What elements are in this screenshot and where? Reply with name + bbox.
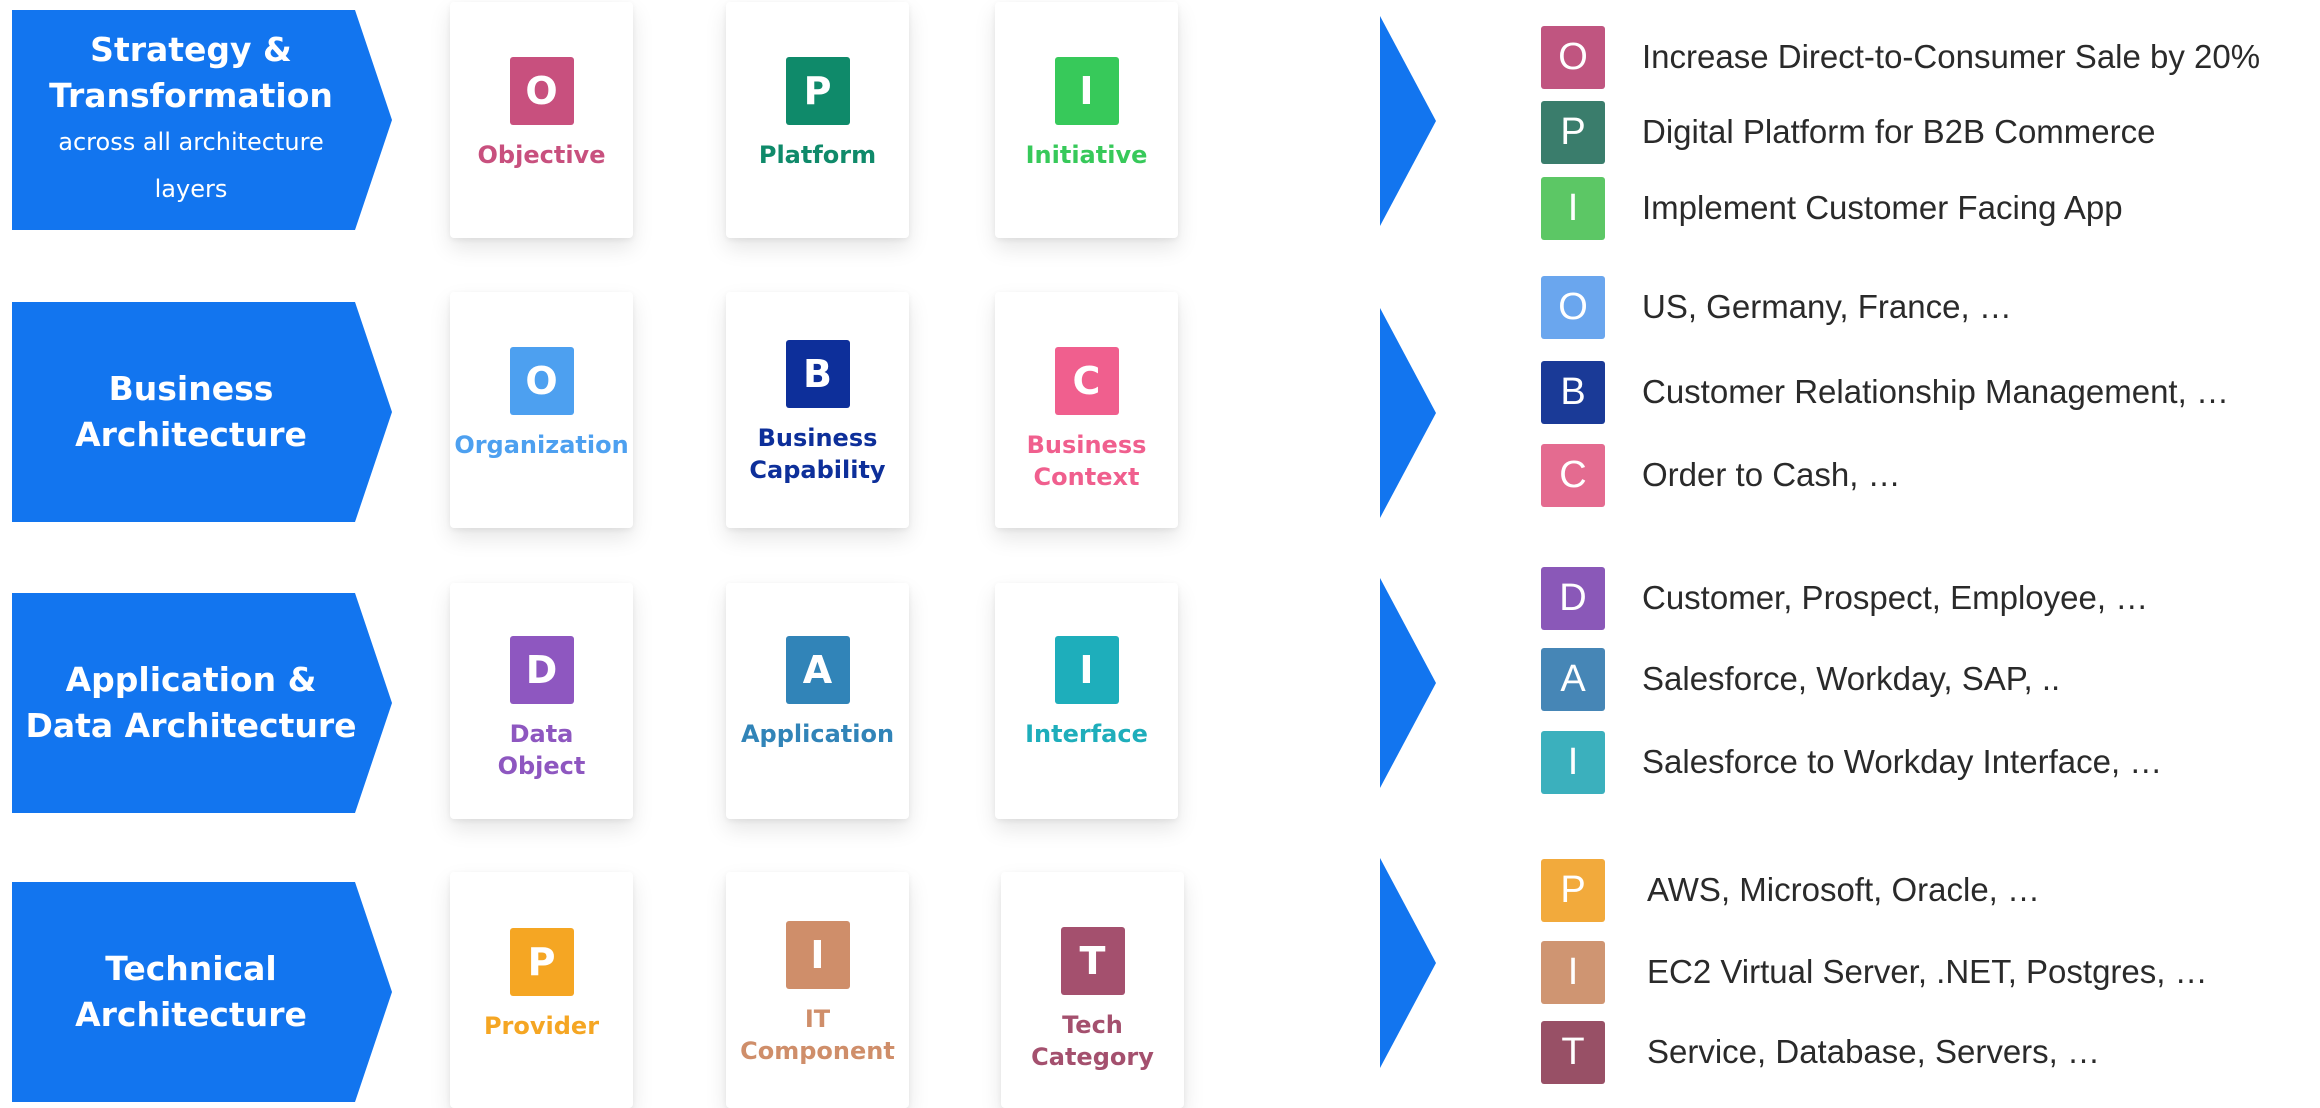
card-label: Platform [758,141,877,169]
objective-letter-tile: O [509,57,574,125]
legend-row-interface: I Salesforce to Workday Interface, … [1541,729,2162,795]
card-label: Tech Category [1031,1011,1154,1071]
legend-row-platform: P Digital Platform for B2B Commerce [1541,99,2155,165]
legend-row-tech-category: T Service, Database, Servers, … [1541,1019,2100,1085]
triangle-arrow-icon [1380,16,1436,226]
provider-letter-tile: P [509,928,574,996]
tech-category-letter-tile: T [1060,927,1125,995]
layer-title: Application & Data Architecture [25,660,357,745]
triangle-arrow-icon [1380,578,1436,788]
layer-title: Technical Architecture [75,949,307,1034]
business-chevron: Business Architecture [12,302,392,522]
organization-legend-box: O [1541,275,1605,339]
legend-text: Implement Customer Facing App [1642,189,2123,226]
card-provider: P Provider [450,872,633,1108]
card-interface: I Interface [995,583,1178,819]
card-business-capability: B Business Capability [726,292,909,528]
tech-category-legend-box: T [1541,1020,1605,1084]
legend-text: Digital Platform for B2B Commerce [1642,113,2156,150]
initiative-letter-tile: I [1054,57,1119,125]
card-label: Organization [454,431,629,459]
legend-text: Service, Database, Servers, … [1647,1033,2101,1070]
legend-row-organization: O US, Germany, France, … [1541,274,2012,340]
triangle-arrow-icon [1380,858,1436,1068]
layer-subtitle: across all architecture layers [58,128,324,203]
legend-row-business-context: C Order to Cash, … [1541,442,1901,508]
objective-legend-box: O [1541,25,1605,89]
card-organization: O Organization [450,292,633,528]
data-object-legend-box: D [1541,566,1605,630]
legend-text: EC2 Virtual Server, .NET, Postgres, … [1647,953,2208,990]
strategy-chevron: Strategy & Transformation across all arc… [12,10,392,230]
application-legend-box: A [1541,647,1605,711]
legend-text: Order to Cash, … [1642,456,1901,493]
organization-letter-tile: O [509,347,574,415]
card-label: Provider [483,1012,600,1040]
card-label: Interface [1025,720,1148,748]
card-platform: P Platform [726,2,909,238]
card-label: Data Object [497,720,586,780]
card-data-object: D Data Object [450,583,633,819]
card-label: Business Capability [749,424,886,484]
card-objective: O Objective [450,2,633,238]
legend-row-data-object: D Customer, Prospect, Employee, … [1541,565,2148,631]
application-letter-tile: A [785,636,850,704]
legend-row-objective: O Increase Direct-to-Consumer Sale by 20… [1541,24,2260,90]
business-context-letter-tile: C [1054,347,1119,415]
card-it-component: I IT Component [726,872,909,1108]
layer-title: Strategy & Transformation [49,30,333,115]
legend-row-it-component: I EC2 Virtual Server, .NET, Postgres, … [1541,939,2208,1005]
legend-text: Salesforce to Workday Interface, … [1642,743,2163,780]
legend-text: Salesforce, Workday, SAP, .. [1642,660,2061,697]
platform-letter-tile: P [785,57,850,125]
initiative-legend-box: I [1541,176,1605,240]
legend-row-business-capability: B Customer Relationship Management, … [1541,359,2229,425]
layer-title: Business Architecture [75,369,307,454]
application-chevron: Application & Data Architecture [12,593,392,813]
card-initiative: I Initiative [995,2,1178,238]
legend-text: Customer, Prospect, Employee, … [1642,579,2149,616]
legend-text: AWS, Microsoft, Oracle, … [1647,871,2041,908]
card-label: Initiative [1025,141,1148,169]
card-business-context: C Business Context [995,292,1178,528]
card-label: IT Component [740,1005,895,1065]
interface-legend-box: I [1541,730,1605,794]
data-object-letter-tile: D [509,636,574,704]
card-label: Objective [477,141,606,169]
interface-letter-tile: I [1054,636,1119,704]
legend-text: Increase Direct-to-Consumer Sale by 20% [1642,38,2261,75]
business-capability-legend-box: B [1541,360,1605,424]
legend-row-application: A Salesforce, Workday, SAP, .. [1541,646,2060,712]
legend-row-provider: P AWS, Microsoft, Oracle, … [1541,857,2040,923]
business-capability-letter-tile: B [785,340,850,408]
it-component-legend-box: I [1541,940,1605,1004]
card-tech-category: T Tech Category [1001,872,1184,1108]
legend-row-initiative: I Implement Customer Facing App [1541,175,2123,241]
business-context-legend-box: C [1541,443,1605,507]
platform-legend-box: P [1541,100,1605,164]
legend-text: US, Germany, France, … [1642,288,2012,325]
triangle-arrow-icon [1380,308,1436,518]
card-label: Business Context [1026,431,1147,491]
legend-text: Customer Relationship Management, … [1642,373,2229,410]
it-component-letter-tile: I [785,921,850,989]
card-application: A Application [726,583,909,819]
technical-chevron: Technical Architecture [12,882,392,1102]
card-label: Application [740,720,895,748]
provider-legend-box: P [1541,858,1605,922]
